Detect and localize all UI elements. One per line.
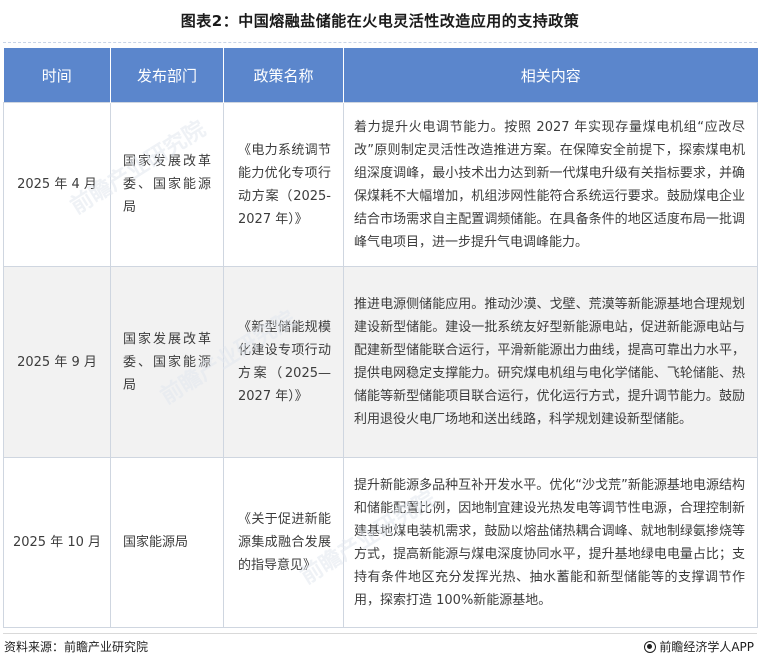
cell-content: 推进电源侧储能应用。推动沙漠、戈壁、荒漠等新能源基地合理规划建设新型储能。建设一… bbox=[343, 266, 758, 458]
cell-dept: 国家能源局 bbox=[110, 457, 224, 628]
cell-content: 着力提升火电调节能力。按照 2027 年实现存量煤电机组“应改尽改”原则制定灵活… bbox=[343, 102, 758, 267]
table-header-row: 时间 发布部门 政策名称 相关内容 bbox=[3, 48, 758, 103]
header-dept: 发布部门 bbox=[110, 48, 224, 103]
brand-label: 前瞻经济学人APP bbox=[659, 640, 754, 654]
cell-content: 提升新能源多品种互补开发水平。优化“沙戈荒”新能源基地电源结构和储能配置比例，因… bbox=[343, 457, 758, 628]
cell-time: 2025 年 4 月 bbox=[3, 102, 111, 267]
table-row: 2025 年 4 月 国家发展改革委、国家能源局 《电力系统调节能力优化专项行动… bbox=[3, 102, 758, 267]
chart-title: 图表2：中国熔融盐储能在火电灵活性改造应用的支持政策 bbox=[180, 12, 580, 30]
brand-credit: 前瞻经济学人APP bbox=[644, 638, 754, 655]
cell-dept: 国家发展改革委、国家能源局 bbox=[110, 102, 224, 267]
bottom-divider bbox=[3, 633, 757, 634]
table-row: 2025 年 9 月 国家发展改革委、国家能源局 《新型储能规模化建设专项行动方… bbox=[3, 266, 758, 458]
policy-table: 时间 发布部门 政策名称 相关内容 2025 年 4 月 国家发展改革委、国家能… bbox=[3, 48, 758, 628]
cell-policy-name: 《关于促进新能源集成融合发展的指导意见》 bbox=[223, 457, 344, 628]
cell-policy-name: 《新型储能规模化建设专项行动方案（2025—2027 年）》 bbox=[223, 266, 344, 458]
header-content: 相关内容 bbox=[343, 48, 758, 103]
cell-time: 2025 年 9 月 bbox=[3, 266, 111, 458]
header-time: 时间 bbox=[3, 48, 111, 103]
table-row: 2025 年 10 月 国家能源局 《关于促进新能源集成融合发展的指导意见》 提… bbox=[3, 457, 758, 628]
header-policy-name: 政策名称 bbox=[223, 48, 344, 103]
cell-time: 2025 年 10 月 bbox=[3, 457, 111, 628]
cell-policy-name: 《电力系统调节能力优化专项行动方案（2025-2027 年）》 bbox=[223, 102, 344, 267]
brand-logo-icon bbox=[644, 640, 657, 653]
cell-dept: 国家发展改革委、国家能源局 bbox=[110, 266, 224, 458]
top-divider bbox=[3, 42, 757, 43]
source-note: 资料来源：前瞻产业研究院 bbox=[4, 640, 149, 654]
